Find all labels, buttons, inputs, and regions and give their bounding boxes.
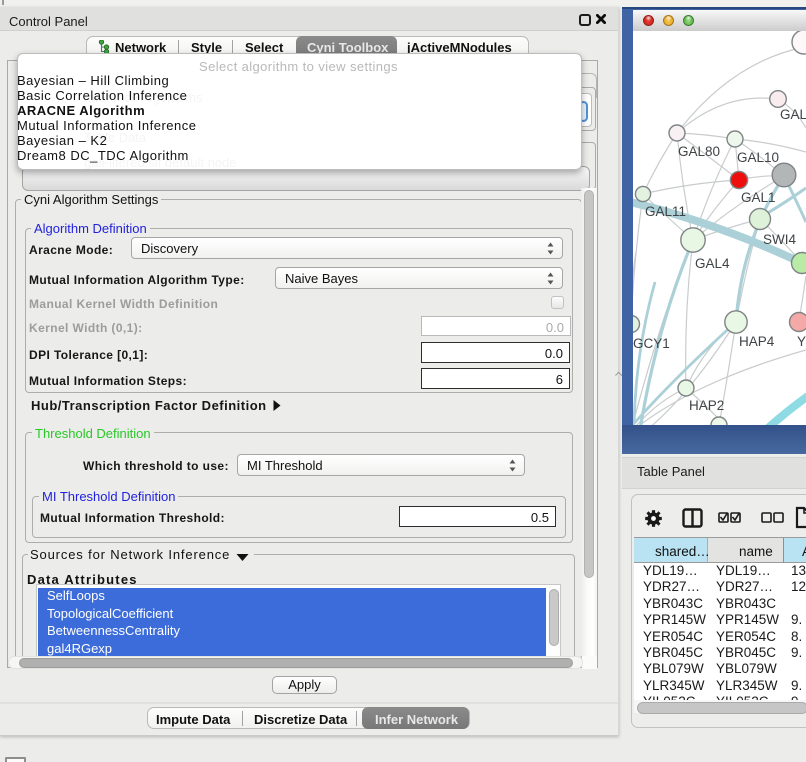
svg-text:GAL10: GAL10: [737, 150, 779, 165]
svg-text:GAL2: GAL2: [780, 107, 806, 122]
svg-text:GCY1: GCY1: [633, 336, 670, 351]
svg-text:YM: YM: [797, 334, 806, 349]
svg-text:GAL4: GAL4: [695, 256, 730, 271]
svg-text:SWI4: SWI4: [763, 232, 796, 247]
svg-text:GAL11: GAL11: [645, 204, 686, 219]
svg-text:HAP2: HAP2: [689, 398, 724, 413]
svg-text:GAL1: GAL1: [741, 190, 776, 205]
svg-text:HAP4: HAP4: [739, 334, 775, 349]
svg-text:GAL80: GAL80: [678, 144, 720, 159]
